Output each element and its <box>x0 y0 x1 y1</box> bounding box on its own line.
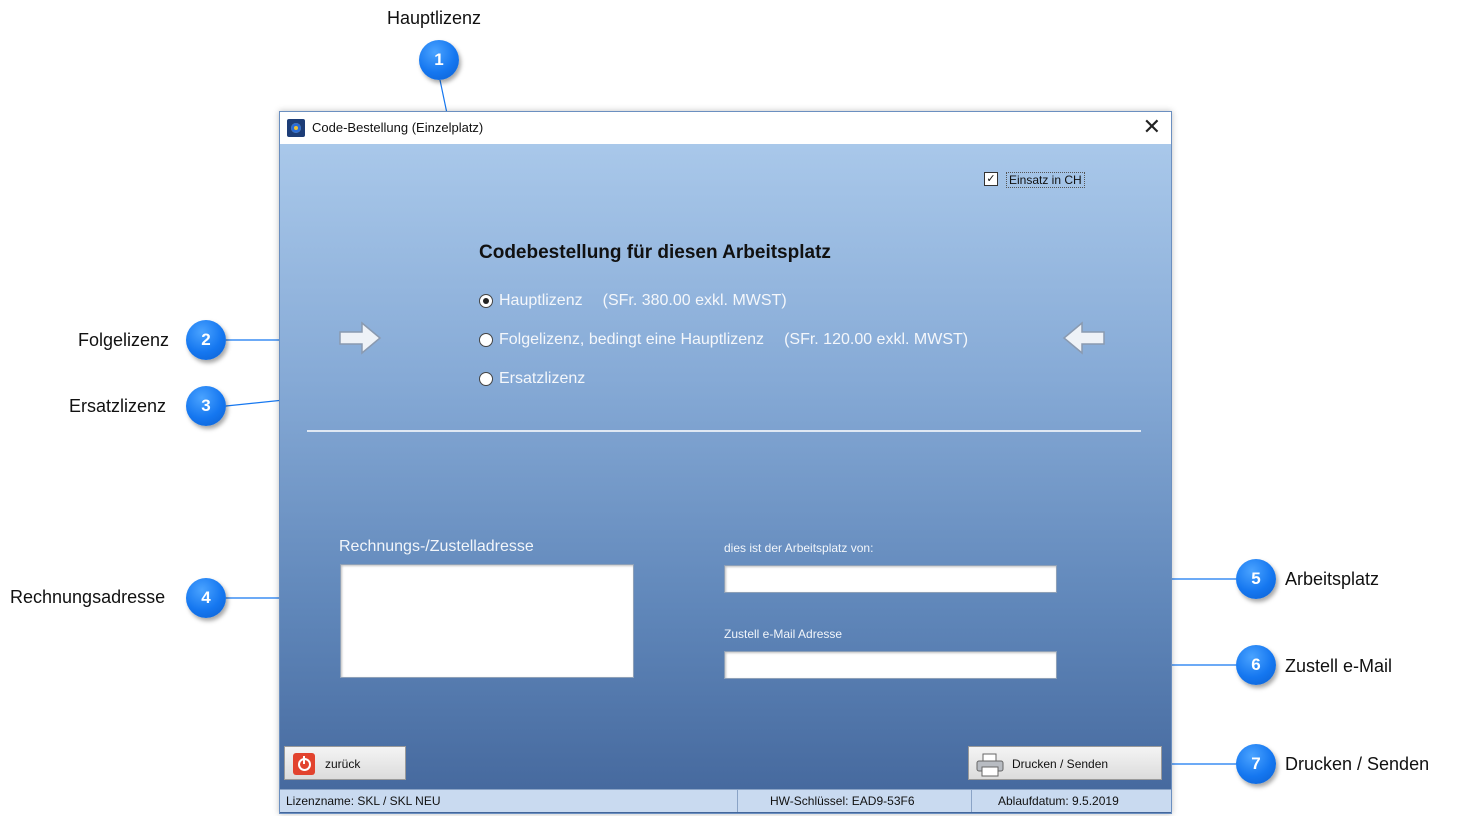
status-expiry: Ablaufdatum: 9.5.2019 <box>998 794 1119 808</box>
status-bar: Lizenzname: SKL / SKL NEU HW-Schlüssel: … <box>280 789 1171 812</box>
checkbox-check-icon: ✓ <box>986 173 996 185</box>
arrow-right-icon <box>339 321 382 355</box>
radio-button-ersatzlizenz[interactable] <box>479 371 493 386</box>
page-heading: Codebestellung für diesen Arbeitsplatz <box>479 242 831 263</box>
annotation-badge-2: 2 <box>186 320 226 360</box>
price-folgelizenz: (SFr. 120.00 exkl. MWST) <box>784 331 969 348</box>
annotation-badge-1: 1 <box>419 40 459 80</box>
radio-ersatzlizenz[interactable]: Ersatzlizenz <box>479 370 585 392</box>
radio-hauptlizenz[interactable]: Hauptlizenz (SFr. 380.00 exkl. MWST) <box>479 292 787 314</box>
workplace-input[interactable] <box>724 565 1057 593</box>
radio-label-ersatzlizenz: Ersatzlizenz <box>499 370 586 387</box>
back-button[interactable]: zurück <box>284 746 406 780</box>
annotation-badge-6: 6 <box>1236 645 1276 685</box>
annotation-label-7: Drucken / Senden <box>1285 754 1430 774</box>
annotation-label-4: Rechnungsadresse <box>10 587 166 607</box>
arrow-left-icon <box>1062 321 1105 355</box>
radio-label-folgelizenz: Folgelizenz, bedingt eine Hauptlizenz <box>499 331 765 348</box>
status-license: Lizenzname: SKL / SKL NEU <box>280 790 738 812</box>
annotation-label-3: Ersatzlizenz <box>69 396 167 416</box>
annotation-badge-4: 4 <box>186 578 226 618</box>
app-icon <box>287 119 305 137</box>
address-textarea[interactable] <box>340 564 634 678</box>
close-icon[interactable]: ✕ <box>1143 115 1161 139</box>
annotation-badge-5: 5 <box>1236 559 1276 599</box>
einsatz-ch-label[interactable]: Einsatz in CH <box>1006 172 1085 188</box>
email-label: Zustell e-Mail Adresse <box>724 627 843 641</box>
print-send-button[interactable]: Drucken / Senden <box>968 746 1162 780</box>
window-title: Code-Bestellung (Einzelplatz) <box>312 120 484 135</box>
annotation-badge-3: 3 <box>186 386 226 426</box>
order-window: Code-Bestellung (Einzelplatz) ✕ ✓ Einsat… <box>279 111 1172 814</box>
power-icon <box>293 753 315 775</box>
print-send-label: Drucken / Senden <box>1012 757 1109 771</box>
email-input[interactable] <box>724 651 1057 679</box>
price-hauptlizenz: (SFr. 380.00 exkl. MWST) <box>602 292 787 309</box>
annotation-label-1: Hauptlizenz <box>387 8 482 28</box>
einsatz-ch-checkbox[interactable]: ✓ <box>984 172 998 186</box>
printer-icon <box>976 753 1004 777</box>
radio-button-hauptlizenz[interactable] <box>479 293 493 308</box>
workplace-label: dies ist der Arbeitsplatz von: <box>724 541 874 555</box>
divider <box>307 430 1141 432</box>
title-bar[interactable]: Code-Bestellung (Einzelplatz) ✕ <box>280 112 1171 144</box>
radio-label-hauptlizenz: Hauptlizenz <box>499 292 583 309</box>
annotation-badge-7: 7 <box>1236 744 1276 784</box>
window-client-area: ✓ Einsatz in CH Codebestellung für diese… <box>280 144 1171 813</box>
radio-folgelizenz[interactable]: Folgelizenz, bedingt eine Hauptlizenz (SF… <box>479 331 968 353</box>
status-hw-key: HW-Schlüssel: EAD9-53F6 <box>738 790 972 812</box>
address-label: Rechnungs-/Zustelladresse <box>339 538 534 555</box>
annotation-label-2: Folgelizenz <box>78 330 170 350</box>
annotation-label-6: Zustell e-Mail <box>1285 656 1393 676</box>
back-button-label: zurück <box>325 757 361 771</box>
annotation-label-5: Arbeitsplatz <box>1285 569 1380 589</box>
radio-button-folgelizenz[interactable] <box>479 332 493 347</box>
